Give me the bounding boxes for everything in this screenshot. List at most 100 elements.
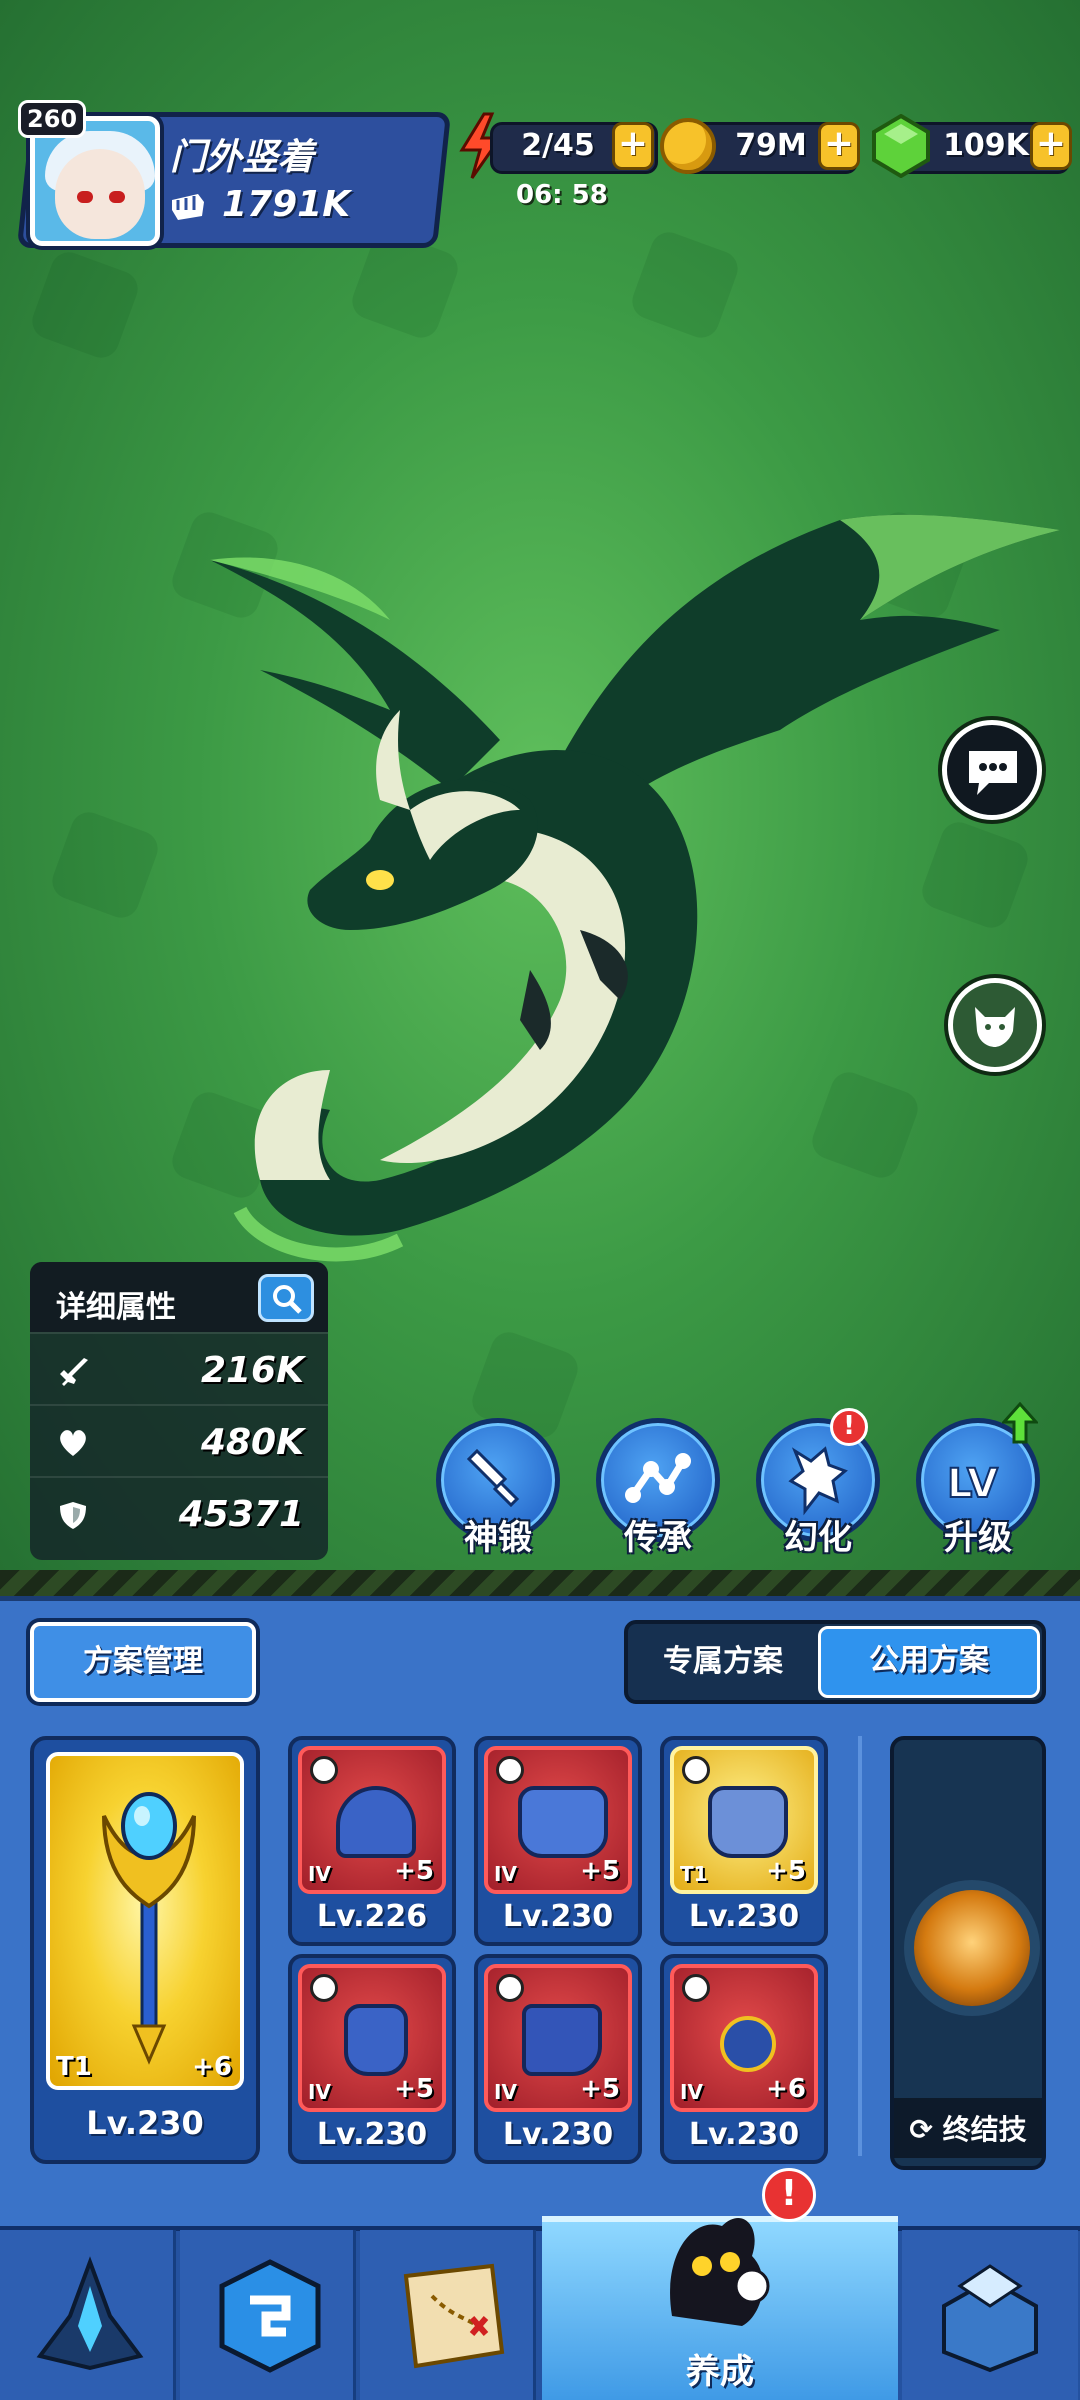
green-gem-icon [872,114,930,178]
transform-alert-badge: ! [830,1408,868,1446]
bg-pattern-icon [27,247,143,363]
item-plus: +5 [766,1856,806,1886]
chat-button[interactable] [942,720,1042,820]
transform-label: 幻化 [784,1518,852,1558]
item-plus: +5 [394,2074,434,2104]
item-art-frame: IV +5 [484,1746,632,1894]
defense-value: 45371 [178,1494,304,1535]
tab-exclusive-plan[interactable]: 专属方案 [630,1626,816,1698]
avatar-face [55,149,145,239]
sword-slot-icon [682,1756,710,1784]
helmet-icon [336,1786,416,1858]
level-up-icon: LV [946,1460,999,1508]
pet-cat-swap-icon [975,1007,1015,1047]
equipment-slot-helmet[interactable]: IV +5 Lv.226 [288,1736,456,1946]
gem-value: 109K [943,128,1029,163]
character-mascot-icon [670,2217,770,2326]
gold-value: 79M [735,128,807,163]
avatar-eye [77,191,93,203]
plan-management-button[interactable]: 方案管理 [30,1622,256,1702]
hp-value: 480K [200,1422,304,1463]
upgrade-arrow-icon [1002,1402,1038,1444]
stat-row-attack: 216K [30,1332,328,1404]
chat-bubble-icon [969,751,1017,795]
item-level: Lv.230 [688,1899,800,1934]
nav-tab-cultivate-label: 养成 [686,2352,754,2392]
heart-icon [60,1430,86,1456]
item-art-frame: IV +5 [298,1746,446,1894]
item-art-frame: IV +6 [670,1964,818,2112]
bg-pattern-icon [627,227,743,343]
sword-forge-icon [467,1448,520,1508]
sword-slot-icon [496,1974,524,2002]
stat-row-defense: 45371 [30,1476,328,1548]
item-plus: +5 [580,1856,620,1886]
tab-public-plan[interactable]: 公用方案 [818,1626,1040,1698]
detail-stats-panel: 详细属性 216K 480K 45371 [30,1262,328,1560]
weapon-plus: +6 [192,2052,232,2082]
equipment-slot-boots[interactable]: IV +5 Lv.230 [474,1954,642,2164]
stats-search-button[interactable] [258,1274,314,1322]
item-level: Lv.230 [502,1899,614,1934]
search-icon [273,1285,302,1314]
bg-pattern-icon [47,807,163,923]
treasure-map-icon [403,2263,505,2369]
panel-divider [858,1736,862,2156]
item-art-frame: IV +5 [298,1964,446,2112]
chest-shop-icon [942,2264,1038,2373]
attack-value: 216K [200,1350,304,1391]
star-burst-icon [682,1974,710,2002]
equipment-slot-armor[interactable]: IV +5 Lv.230 [474,1736,642,1946]
item-plus: +5 [394,1856,434,1886]
pet-switch-button[interactable] [948,978,1042,1072]
gold-coin-icon [660,118,716,174]
item-tier: IV [494,1862,517,1886]
swap-icon: ⟳ [909,2113,943,2146]
add-gem-button[interactable]: + [1030,122,1072,170]
item-tier: IV [308,1862,331,1886]
weapon-slot-card[interactable]: T1 +6 Lv.230 [30,1736,260,2164]
weapon-tier: T1 [56,2052,92,2082]
ultimate-skill-label: ⟳ 终结技 [894,2098,1042,2158]
hourglass-icon [310,1974,338,2002]
item-level: Lv.226 [316,1899,428,1934]
item-tier: IV [494,2080,517,2104]
avatar-eye [109,191,125,203]
equipment-slot-belt[interactable]: T1 +5 Lv.230 [660,1736,828,1946]
upgrade-label: 升级 [944,1518,1012,1558]
item-level: Lv.230 [316,2117,428,2152]
boots-icon [522,2004,602,2076]
anchor-icon [496,1756,524,1784]
shield-icon [60,1502,86,1529]
item-art-frame: IV +5 [484,1964,632,2112]
link-nodes-icon [625,1453,691,1503]
item-level: Lv.230 [688,2117,800,2152]
ultimate-skill-slot[interactable]: ⟳ 终结技 [890,1736,1046,2170]
dragon-pet-illustration [210,514,1060,1262]
blue-shield-emblem-icon [219,2259,321,2373]
inherit-label: 传承 [624,1518,692,1558]
player-name: 门外竖着 [170,137,315,178]
staff-weapon-icon [102,1792,196,2065]
equipment-slot-necklace[interactable]: IV +6 Lv.230 [660,1954,828,2164]
lightning-orb-icon [914,1890,1030,2006]
combat-power-value: 1791K [222,184,351,225]
equipment-slot-gloves[interactable]: IV +5 Lv.230 [288,1954,456,2164]
belt-icon [708,1786,788,1858]
dragon-head-icon [788,1446,848,1516]
gloves-icon [344,2004,408,2076]
crystal-spire-icon [36,2256,144,2371]
ultimate-skill-text: 终结技 [942,2113,1027,2146]
stat-row-hp: 480K [30,1404,328,1476]
svg-text:LV: LV [947,1461,998,1507]
item-tier: IV [308,2080,331,2104]
weapon-card-art: T1 +6 [46,1752,244,2090]
item-art-frame: T1 +5 [670,1746,818,1894]
cultivate-alert-badge: ! [762,2168,816,2222]
fist-power-icon [172,194,204,220]
hourglass-icon [310,1756,338,1784]
add-gold-button[interactable]: + [818,122,860,170]
add-energy-button[interactable]: + [612,122,654,170]
energy-regen-timer: 06: 58 [516,180,608,210]
item-tier: T1 [680,1862,708,1886]
